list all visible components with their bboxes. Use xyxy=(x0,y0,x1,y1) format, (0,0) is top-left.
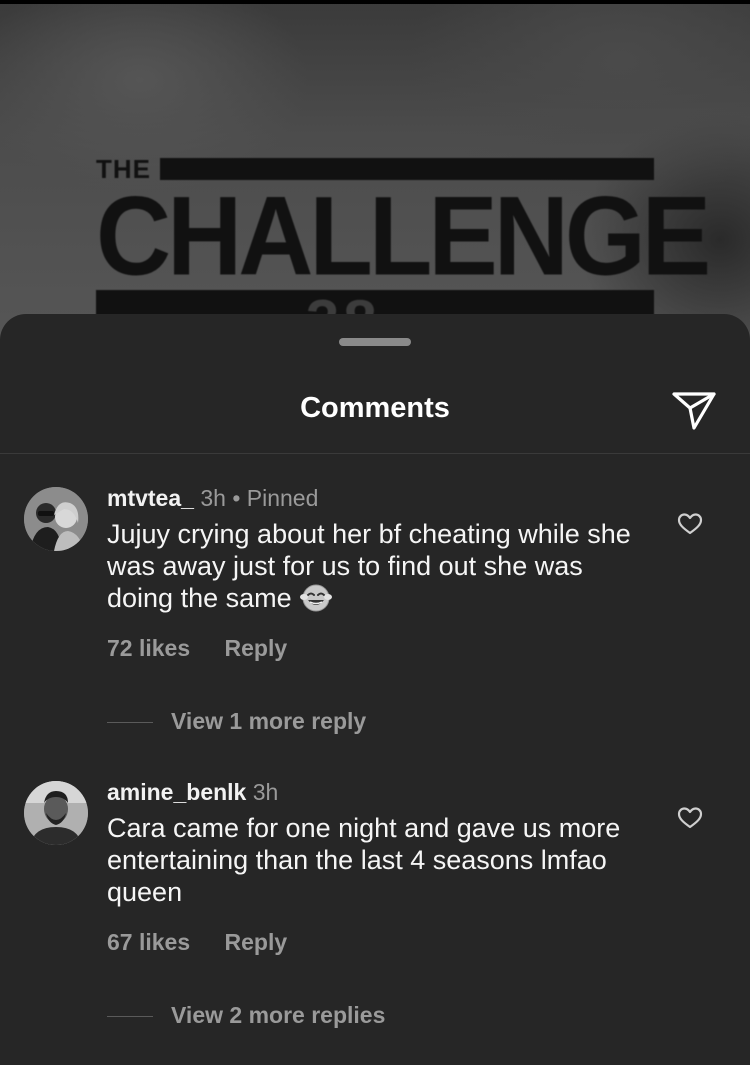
reply-button[interactable]: Reply xyxy=(225,929,288,955)
avatar[interactable] xyxy=(24,487,88,551)
comment-time: 3h xyxy=(200,485,226,511)
view-replies-label: View 1 more reply xyxy=(171,708,367,734)
username[interactable]: amine_benlk xyxy=(107,779,246,805)
like-heart-icon[interactable] xyxy=(677,512,703,536)
reply-button[interactable]: Reply xyxy=(225,635,288,661)
view-replies-button[interactable]: View 2 more replies xyxy=(107,1001,385,1029)
comment-text: Jujuy crying about her bf cheating while… xyxy=(107,519,631,613)
like-heart-icon[interactable] xyxy=(677,806,703,830)
comments-sheet: Comments mtvtea_ 3h • Pinned Jujuy cryin… xyxy=(0,314,750,1065)
show-logo: THE CHALLENGE 38 xyxy=(96,156,711,340)
view-replies-label: View 2 more replies xyxy=(171,1002,386,1028)
comment-header: amine_benlk 3h xyxy=(107,778,278,806)
pinned-label: Pinned xyxy=(246,485,319,511)
sheet-title: Comments xyxy=(300,392,450,424)
likes-count[interactable]: 72 likes xyxy=(107,635,190,661)
sheet-grabber-handle[interactable] xyxy=(339,338,411,346)
face-with-tears-of-joy-icon xyxy=(299,583,333,613)
username[interactable]: mtvtea_ xyxy=(107,485,194,511)
screen: THE CHALLENGE 38 Comments xyxy=(0,0,750,1065)
view-replies-button[interactable]: View 1 more reply xyxy=(107,707,366,735)
comment-header: mtvtea_ 3h • Pinned xyxy=(107,484,318,512)
comment-text-block: Cara came for one night and gave us more… xyxy=(107,812,647,908)
logo-main-text: CHALLENGE xyxy=(96,174,711,300)
comment-actions: 72 likes Reply xyxy=(107,634,315,662)
video-background[interactable]: THE CHALLENGE 38 xyxy=(0,0,750,340)
header-divider xyxy=(0,453,750,454)
comment-text-block: Jujuy crying about her bf cheating while… xyxy=(107,518,647,614)
comment-actions: 67 likes Reply xyxy=(107,928,315,956)
avatar[interactable] xyxy=(24,781,88,845)
comment-text: Cara came for one night and gave us more… xyxy=(107,813,621,907)
comment-time: 3h xyxy=(252,779,279,805)
likes-count[interactable]: 67 likes xyxy=(107,929,190,955)
meta-separator: • xyxy=(232,485,247,511)
paper-plane-icon[interactable] xyxy=(670,388,718,432)
replies-line xyxy=(107,1016,153,1018)
replies-line xyxy=(107,722,153,724)
